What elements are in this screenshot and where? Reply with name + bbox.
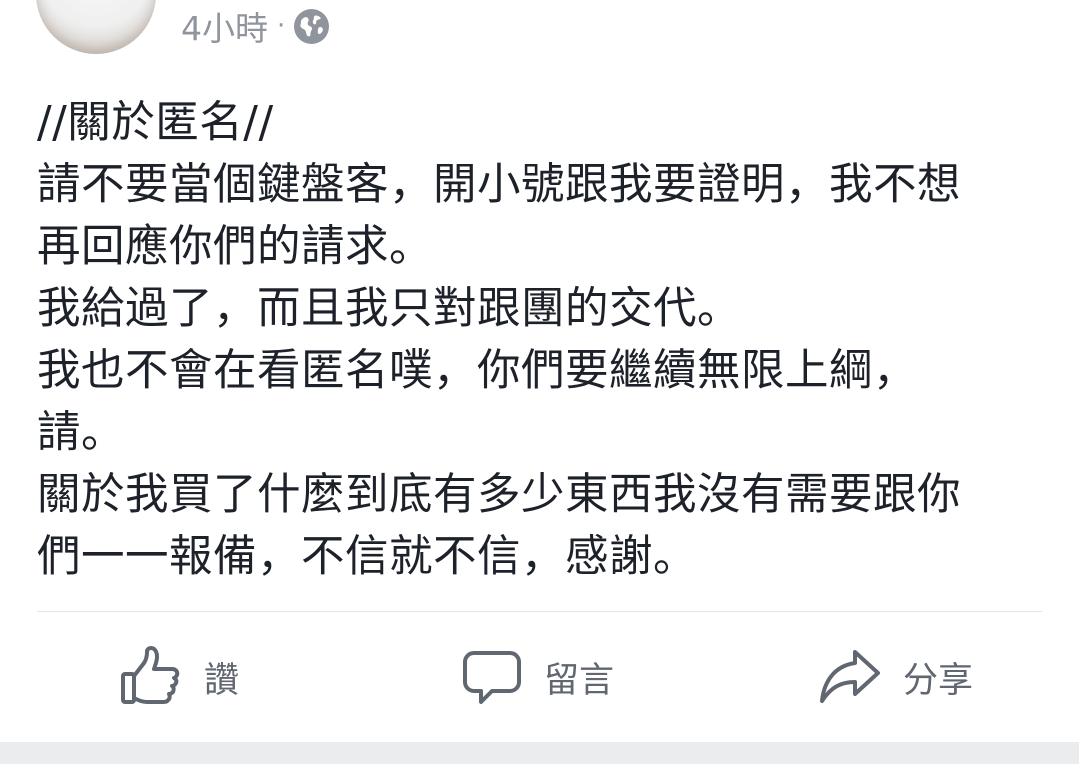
post-text-line: 們一一報備，不信就不信，感謝。 (37, 532, 697, 582)
post-text-line: 再回應你們的請求。 (37, 222, 433, 272)
globe-icon[interactable] (294, 8, 330, 44)
share-label: 分享 (903, 660, 974, 701)
post-text-line: 我給過了，而且我只對跟團的交代。 (37, 284, 741, 334)
post-text-line: 關於我買了什麼到底有多少東西我沒有需要跟你 (37, 470, 961, 520)
post-actions-bar: 讚 留言 分享 (0, 612, 1079, 742)
avatar[interactable] (36, 0, 156, 54)
post-text-line: 請不要當個鍵盤客，開小號跟我要證明，我不想 (37, 160, 961, 210)
post-card: 4小時 · //關於匿名// 請不要當個鍵盤客，開小號跟我要證明，我不想 再回應… (0, 0, 1079, 742)
like-button[interactable]: 讚 (120, 644, 239, 710)
share-button[interactable]: 分享 (819, 644, 973, 710)
post-text-line: 請。 (37, 408, 125, 458)
meta-separator: · (277, 11, 286, 41)
speech-bubble-icon (462, 647, 522, 707)
post-body: //關於匿名// 請不要當個鍵盤客，開小號跟我要證明，我不想 再回應你們的請求。… (37, 92, 1052, 588)
post-text-line: //關於匿名// (37, 98, 274, 148)
thumbs-up-icon (120, 646, 182, 708)
like-label: 讚 (204, 660, 240, 701)
post-meta: 4小時 · (181, 2, 330, 50)
post-timestamp[interactable]: 4小時 (181, 2, 268, 50)
comment-button[interactable]: 留言 (462, 644, 614, 710)
share-arrow-icon (819, 646, 881, 708)
comment-label: 留言 (544, 660, 615, 701)
feed-separator-band (0, 742, 1079, 764)
post-text-line: 我也不會在看匿名噗，你們要繼續無限上綱， (37, 346, 917, 396)
